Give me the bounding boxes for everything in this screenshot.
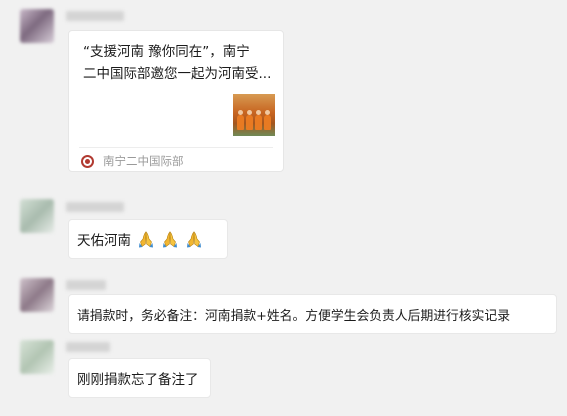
sender-avatar[interactable] — [20, 278, 54, 312]
source-name: 南宁二中国际部 — [103, 154, 184, 168]
folded-hands-icon — [161, 230, 179, 248]
shared-article-card[interactable]: “支援河南 豫你同在”，南宁 二中国际部邀您一起为河南受... 南宁二中国际部 — [68, 30, 284, 172]
message-text: 请捐款时，务必备注：河南捐款+姓名。方便学生会负责人后期进行核实记录 — [77, 308, 511, 324]
sender-avatar[interactable] — [20, 340, 54, 374]
sender-nickname — [66, 342, 110, 352]
card-divider — [79, 147, 273, 148]
folded-hands-icon — [137, 230, 155, 248]
message-text: 天佑河南 — [77, 233, 131, 249]
article-thumbnail — [233, 94, 275, 136]
article-title: “支援河南 豫你同在”，南宁 二中国际部邀您一起为河南受... — [83, 44, 272, 82]
sender-nickname — [66, 11, 124, 21]
sender-avatar[interactable] — [20, 9, 54, 43]
message-bubble[interactable]: 天佑河南 — [68, 219, 228, 259]
message-bubble[interactable]: 请捐款时，务必备注：河南捐款+姓名。方便学生会负责人后期进行核实记录 — [68, 294, 557, 334]
message-bubble[interactable]: 刚刚捐款忘了备注了 — [68, 358, 211, 398]
source-logo-icon — [81, 154, 94, 168]
sender-nickname — [66, 202, 124, 212]
folded-hands-icon — [185, 230, 203, 248]
sender-avatar[interactable] — [20, 199, 54, 233]
article-source: 南宁二中国际部 — [81, 152, 184, 170]
sender-nickname — [66, 280, 106, 290]
message-text: 刚刚捐款忘了备注了 — [77, 372, 199, 388]
